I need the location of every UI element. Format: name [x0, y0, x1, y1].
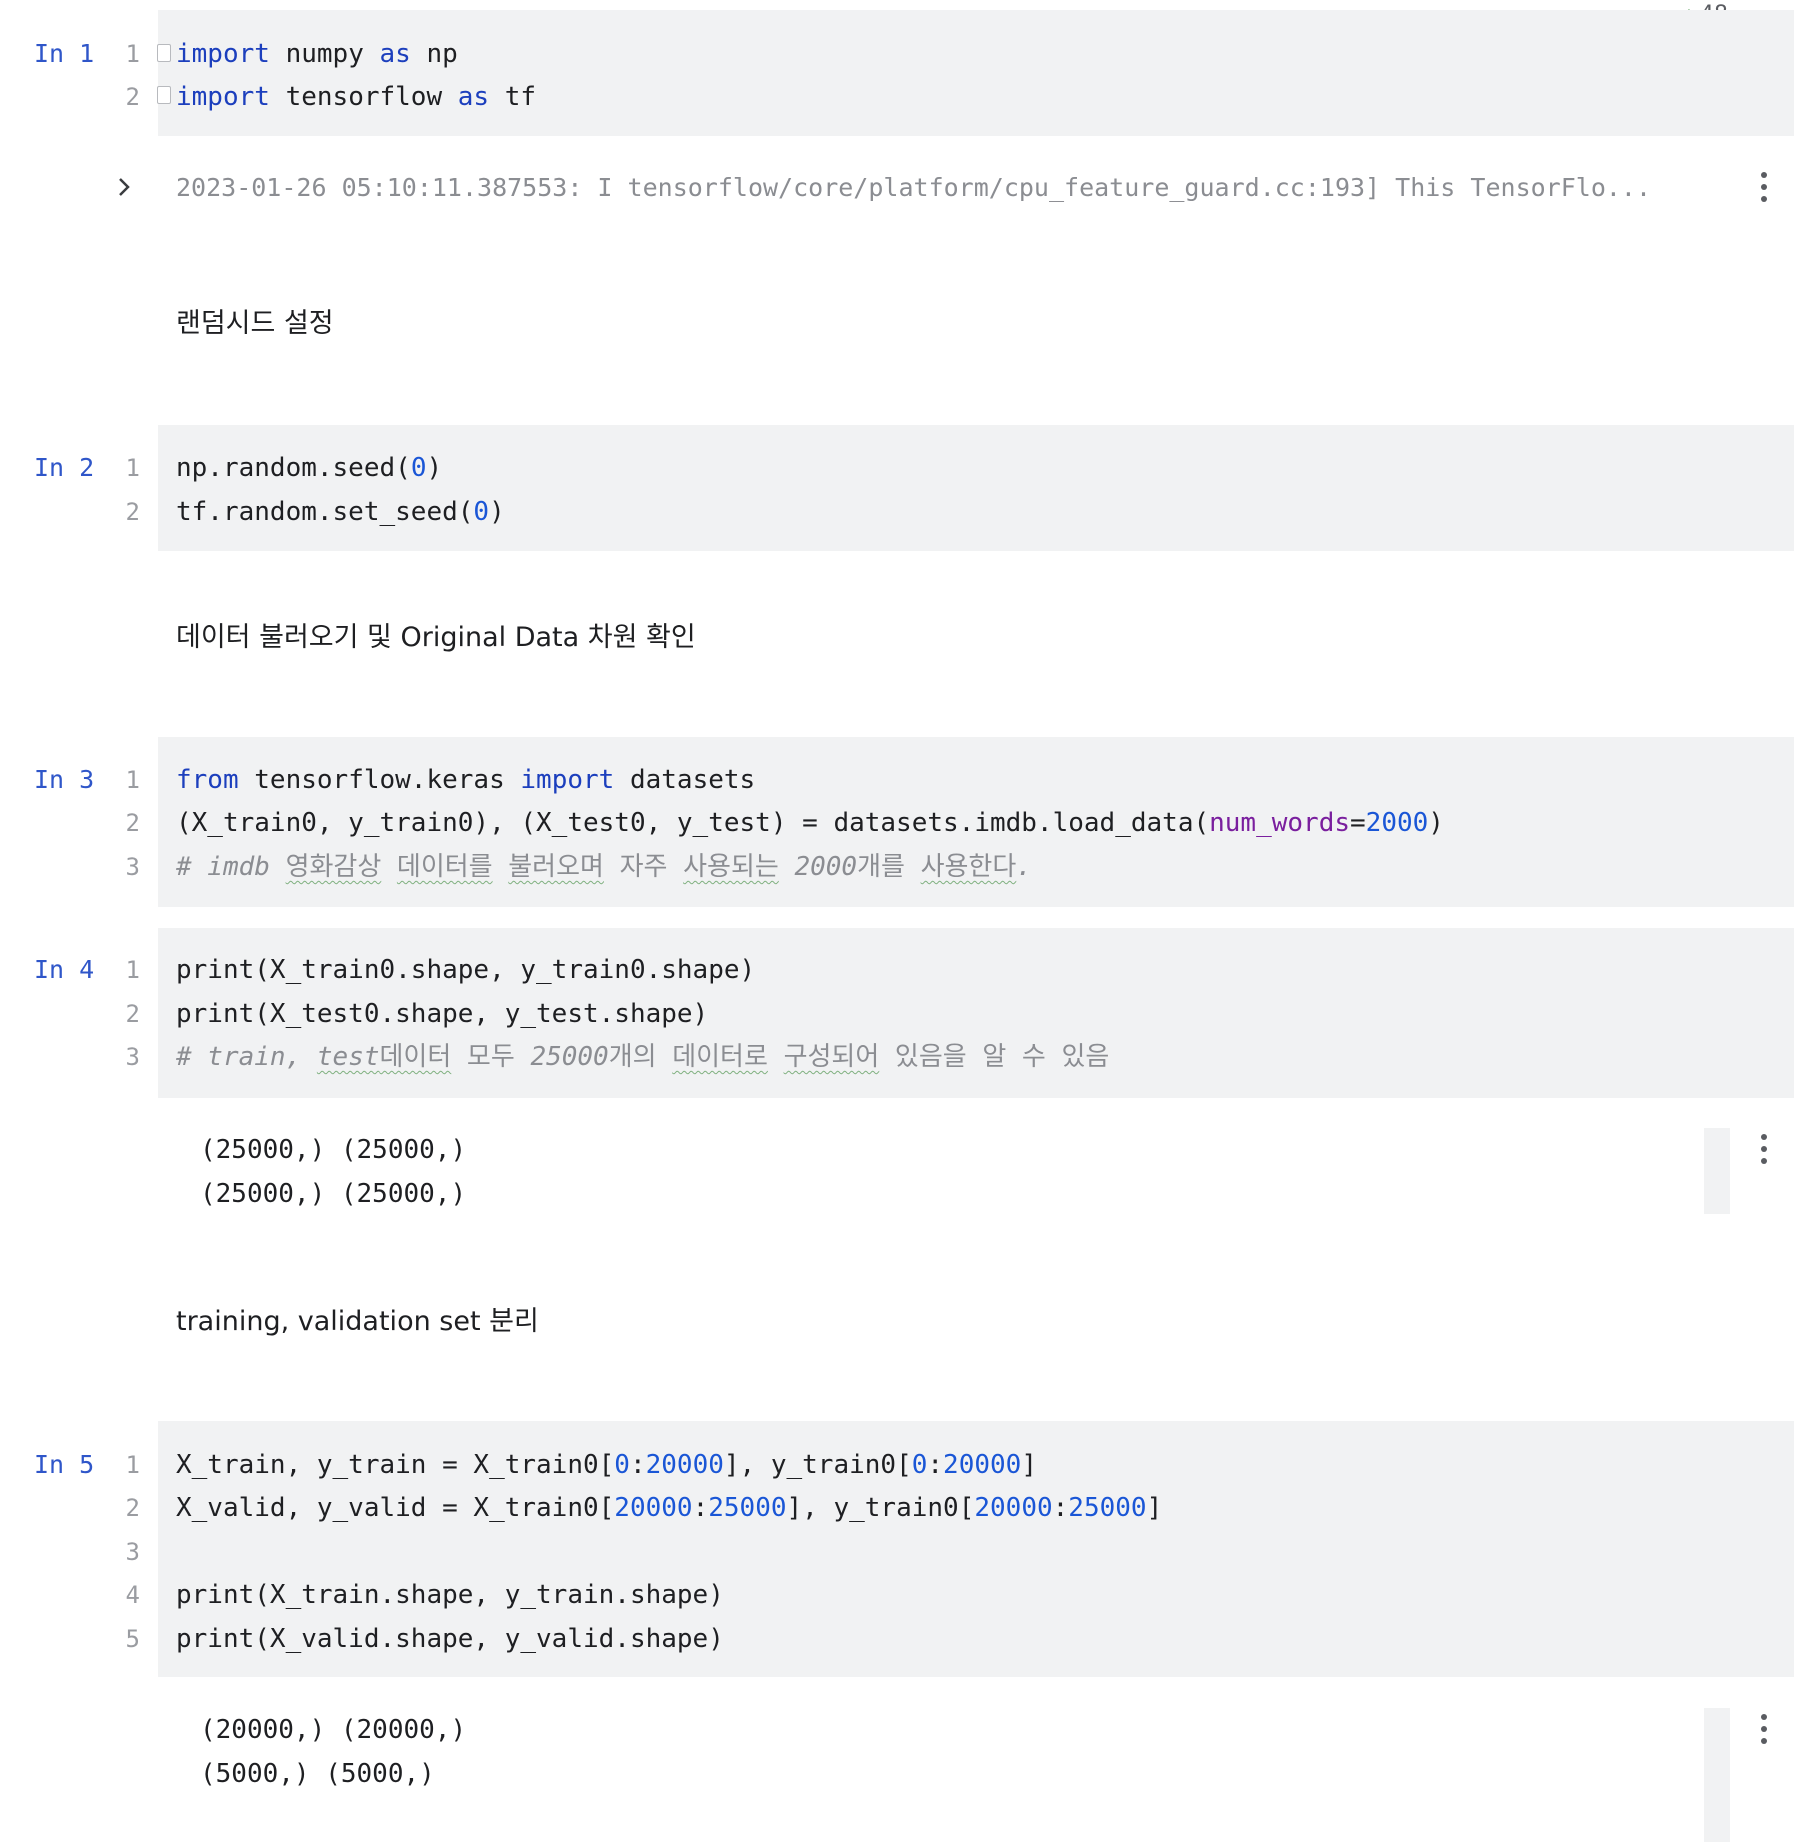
expand-output-chevron-icon[interactable] [116, 176, 132, 198]
cell-prompt: In 2 [34, 453, 95, 482]
markdown-text: 데이터 불러오기 및 Original Data 차원 확인 [176, 622, 696, 653]
line-number: 1 [125, 454, 140, 482]
line-number: 1 [125, 40, 140, 68]
cell-output-line: (20000,) (20000,) [200, 1715, 467, 1745]
line-number: 2 [125, 83, 140, 111]
code-line[interactable]: np.random.seed(0) [176, 446, 442, 490]
cell-prompt: In 1 [34, 39, 95, 68]
line-number: 3 [125, 853, 140, 881]
collapsed-output[interactable]: 2023-01-26 05:10:11.387553: I tensorflow… [176, 166, 1651, 210]
line-number: 1 [125, 1451, 140, 1479]
line-number: 2 [125, 809, 140, 837]
fold-marker-icon[interactable] [157, 44, 171, 62]
line-number: 2 [125, 1494, 140, 1522]
code-line[interactable]: X_train, y_train = X_train0[0:20000], y_… [176, 1443, 1037, 1487]
code-line[interactable]: from tensorflow.keras import datasets [176, 758, 755, 802]
code-line[interactable]: tf.random.set_seed(0) [176, 490, 505, 534]
line-number: 1 [125, 766, 140, 794]
line-number: 2 [125, 1000, 140, 1028]
cell-prompt: In 5 [34, 1450, 95, 1479]
markdown-text: training, validation set 분리 [176, 1306, 539, 1337]
cell-output-line: (25000,) (25000,) [200, 1135, 467, 1165]
line-number: 3 [125, 1538, 140, 1566]
code-line[interactable]: print(X_train0.shape, y_train0.shape) [176, 948, 755, 992]
line-number: 1 [125, 956, 140, 984]
output-menu-icon[interactable] [1752, 1132, 1776, 1166]
code-line[interactable]: print(X_valid.shape, y_valid.shape) [176, 1617, 724, 1661]
cell-output-line: (25000,) (25000,) [200, 1179, 467, 1209]
code-comment[interactable]: # imdb 영화감상 데이터를 불러오며 자주 사용되는 2000개를 사용한… [176, 845, 1032, 889]
output-menu-icon[interactable] [1752, 1712, 1776, 1746]
code-comment[interactable]: # train, test데이터 모두 25000개의 데이터로 구성되어 있음… [176, 1035, 1109, 1079]
line-number: 5 [125, 1625, 140, 1653]
code-line[interactable]: (X_train0, y_train0), (X_test0, y_test) … [176, 801, 1444, 845]
code-line[interactable]: print(X_train.shape, y_train.shape) [176, 1573, 724, 1617]
cell-output-line: (5000,) (5000,) [200, 1759, 435, 1789]
line-number: 2 [125, 498, 140, 526]
output-scrollbar[interactable] [1704, 1708, 1730, 1842]
code-line[interactable]: X_valid, y_valid = X_train0[20000:25000]… [176, 1486, 1162, 1530]
line-number: 3 [125, 1043, 140, 1071]
line-number: 4 [125, 1581, 140, 1609]
code-line[interactable]: print(X_test0.shape, y_test.shape) [176, 992, 708, 1036]
output-menu-icon[interactable] [1752, 170, 1776, 204]
fold-marker-icon[interactable] [157, 86, 171, 104]
code-line[interactable]: import numpy as np [176, 32, 458, 76]
output-scrollbar[interactable] [1704, 1128, 1730, 1214]
cell-prompt: In 3 [34, 765, 95, 794]
cell-prompt: In 4 [34, 955, 95, 984]
code-line[interactable]: import tensorflow as tf [176, 75, 536, 119]
markdown-text: 랜덤시드 설정 [176, 308, 334, 339]
